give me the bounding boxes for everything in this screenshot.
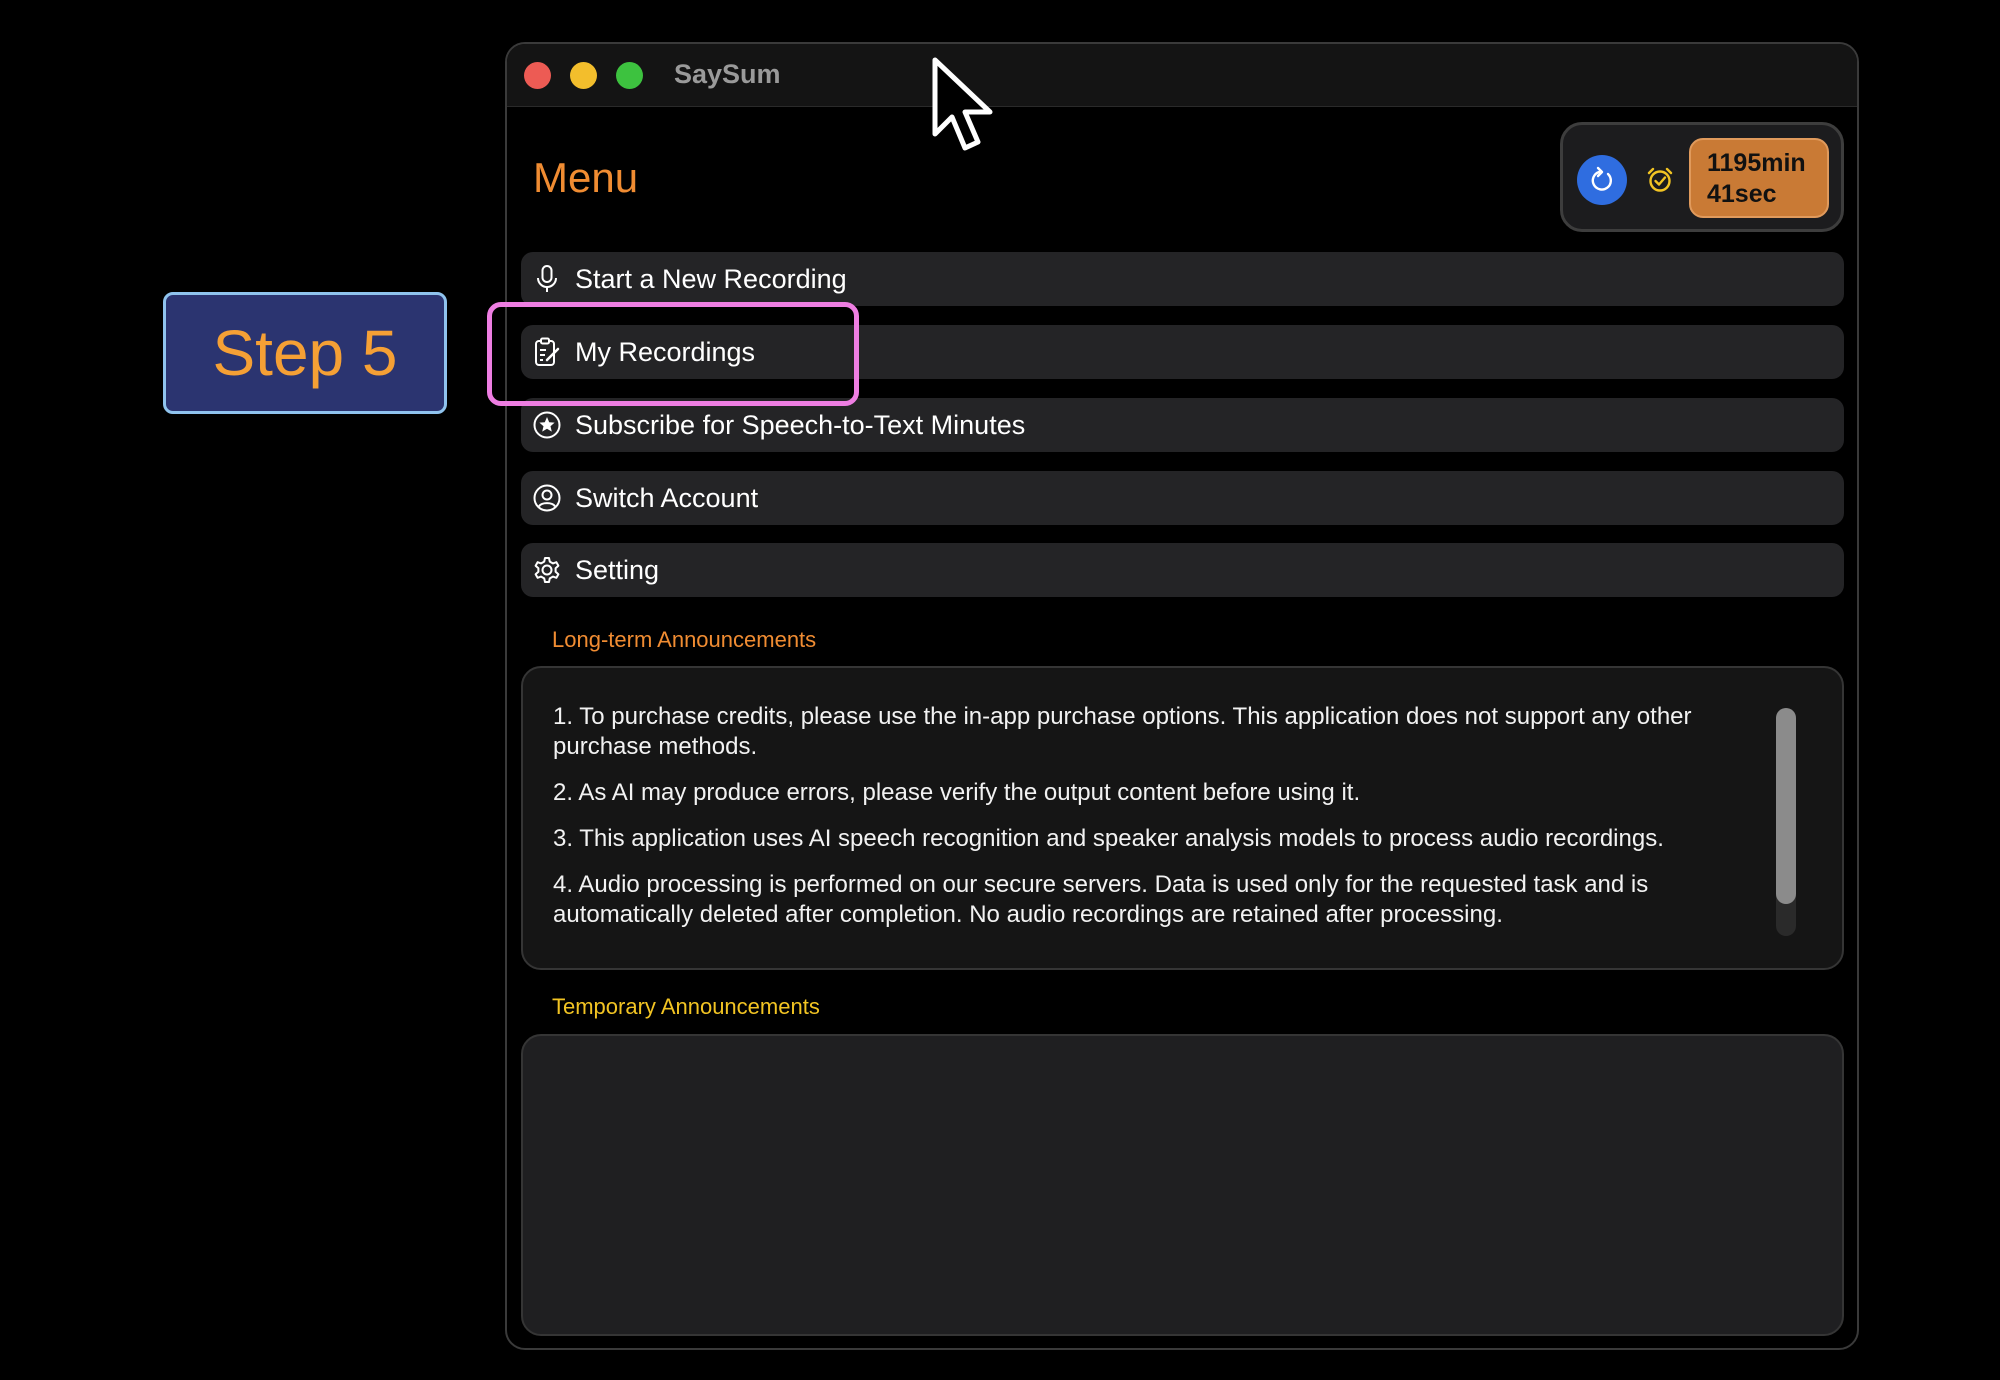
menu-item-subscribe[interactable]: Subscribe for Speech-to-Text Minutes [521, 398, 1844, 452]
scrollbar[interactable] [1776, 708, 1796, 936]
window-title: SaySum [674, 59, 781, 89]
long-term-announcements-label: Long-term Announcements [552, 627, 817, 652]
step-badge-label: Step 5 [212, 317, 398, 389]
temporary-announcements-panel [521, 1034, 1844, 1336]
menu-title: Menu [533, 154, 639, 201]
step-badge: Step 5 [163, 292, 447, 414]
scrollbar-thumb[interactable] [1776, 708, 1796, 904]
menu-item-label: Setting [575, 554, 660, 585]
close-window-button[interactable] [524, 62, 551, 89]
balance-panel: 1195min 41sec [1560, 122, 1844, 232]
maximize-window-button[interactable] [616, 62, 643, 89]
app-window: SaySum Menu 1195min 41sec Start a New Re… [505, 42, 1859, 1350]
balance-minutes: 1195min [1707, 149, 1806, 177]
announcement-list: 1. To purchase credits, please use the i… [553, 702, 1778, 946]
menu-item-label: Subscribe for Speech-to-Text Minutes [575, 409, 1026, 440]
menu-item-label: Switch Account [575, 482, 759, 513]
menu-item-setting[interactable]: Setting [521, 543, 1844, 597]
refresh-button[interactable] [1577, 155, 1627, 205]
announcement-item: 4. Audio processing is performed on our … [553, 871, 1649, 928]
long-term-announcements-panel[interactable]: 1. To purchase credits, please use the i… [521, 666, 1844, 970]
minutes-balance-badge: 1195min 41sec [1689, 138, 1829, 218]
title-bar: SaySum [507, 44, 1857, 107]
mouse-cursor-icon [932, 57, 993, 151]
balance-seconds: 41sec [1707, 180, 1777, 208]
star-circle-icon [532, 410, 562, 440]
temporary-announcements-label: Temporary Announcements [552, 994, 820, 1019]
minimize-window-button[interactable] [570, 62, 597, 89]
menu-item-start-recording[interactable]: Start a New Recording [521, 252, 1844, 306]
step-highlight-box [487, 302, 859, 406]
announcement-item: 2. As AI may produce errors, please veri… [553, 779, 1361, 806]
menu-item-switch-account[interactable]: Switch Account [521, 471, 1844, 525]
gear-icon [532, 555, 562, 585]
announcement-item: 1. To purchase credits, please use the i… [553, 703, 1692, 760]
menu-item-label: Start a New Recording [575, 263, 847, 294]
microphone-icon [532, 264, 562, 294]
announcement-item: 3. This application uses AI speech recog… [553, 825, 1664, 852]
timer-icon [1647, 167, 1673, 192]
person-circle-icon [532, 483, 562, 513]
refresh-icon [1591, 166, 1613, 191]
